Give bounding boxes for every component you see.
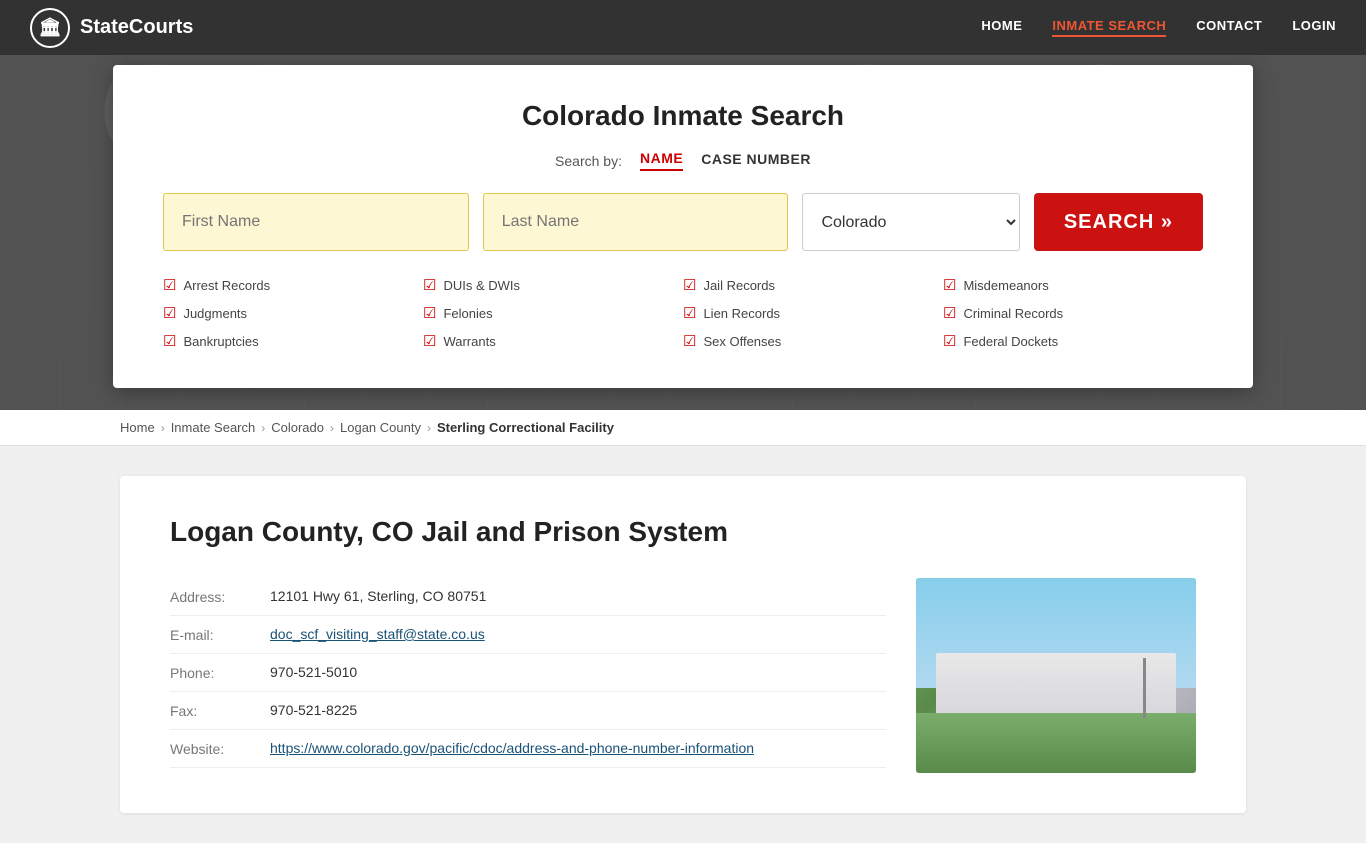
email-label: E-mail: [170,626,250,643]
feature-bankruptcies: ☑ Bankruptcies [163,329,423,353]
tab-case-number[interactable]: CASE NUMBER [701,151,811,170]
check-icon: ☑ [943,276,956,294]
check-icon: ☑ [163,332,176,350]
facility-title: Logan County, CO Jail and Prison System [170,516,1196,548]
fax-value: 970-521-8225 [270,702,886,718]
feature-duis: ☑ DUIs & DWIs [423,273,683,297]
address-row: Address: 12101 Hwy 61, Sterling, CO 8075… [170,578,886,616]
feature-warrants: ☑ Warrants [423,329,683,353]
feature-label: Felonies [443,306,492,321]
check-icon: ☑ [163,304,176,322]
facility-image [916,578,1196,773]
feature-label: Judgments [183,306,247,321]
feature-federal-dockets: ☑ Federal Dockets [943,329,1203,353]
feature-label: Sex Offenses [703,334,781,349]
content-card: Logan County, CO Jail and Prison System … [120,476,1246,813]
facility-grass [916,713,1196,773]
check-icon: ☑ [423,304,436,322]
breadcrumb: Home › Inmate Search › Colorado › Logan … [0,410,1366,446]
feature-jail-records: ☑ Jail Records [683,273,943,297]
search-button[interactable]: SEARCH » [1034,193,1203,251]
feature-misdemeanors: ☑ Misdemeanors [943,273,1203,297]
address-label: Address: [170,588,250,605]
breadcrumb-colorado[interactable]: Colorado [271,420,324,435]
feature-criminal-records: ☑ Criminal Records [943,301,1203,325]
nav-inmate-search[interactable]: INMATE SEARCH [1052,18,1166,37]
website-value[interactable]: https://www.colorado.gov/pacific/cdoc/ad… [270,740,886,756]
feature-sex-offenses: ☑ Sex Offenses [683,329,943,353]
nav-links: HOME INMATE SEARCH CONTACT LOGIN [981,18,1336,37]
breadcrumb-logan-county[interactable]: Logan County [340,420,421,435]
breadcrumb-sep-4: › [427,421,431,435]
check-icon: ☑ [943,332,956,350]
feature-label: Criminal Records [963,306,1063,321]
website-label: Website: [170,740,250,757]
feature-label: Jail Records [703,278,775,293]
main-content: Logan County, CO Jail and Prison System … [0,446,1366,843]
fax-row: Fax: 970-521-8225 [170,692,886,730]
check-icon: ☑ [683,332,696,350]
nav-login[interactable]: LOGIN [1292,18,1336,37]
feature-label: Arrest Records [183,278,270,293]
feature-arrest-records: ☑ Arrest Records [163,273,423,297]
tab-name[interactable]: NAME [640,150,683,171]
last-name-input[interactable] [483,193,789,251]
fax-label: Fax: [170,702,250,719]
phone-value: 970-521-5010 [270,664,886,680]
feature-label: Warrants [443,334,495,349]
website-row: Website: https://www.colorado.gov/pacifi… [170,730,886,768]
search-by-row: Search by: NAME CASE NUMBER [163,150,1203,171]
detail-layout: Address: 12101 Hwy 61, Sterling, CO 8075… [170,578,1196,773]
check-icon: ☑ [943,304,956,322]
feature-label: Lien Records [703,306,780,321]
email-row: E-mail: doc_scf_visiting_staff@state.co.… [170,616,886,654]
phone-label: Phone: [170,664,250,681]
check-icon: ☑ [683,276,696,294]
check-icon: ☑ [163,276,176,294]
search-features: ☑ Arrest Records ☑ DUIs & DWIs ☑ Jail Re… [163,273,1203,353]
logo-text: StateCourts [80,16,193,39]
search-title: Colorado Inmate Search [163,100,1203,132]
check-icon: ☑ [423,276,436,294]
email-value[interactable]: doc_scf_visiting_staff@state.co.us [270,626,886,642]
feature-label: Federal Dockets [963,334,1058,349]
facility-flagpole [1143,658,1146,718]
state-select[interactable]: Colorado [802,193,1019,251]
breadcrumb-home[interactable]: Home [120,420,155,435]
feature-judgments: ☑ Judgments [163,301,423,325]
search-by-label: Search by: [555,153,622,169]
breadcrumb-sep-1: › [161,421,165,435]
feature-felonies: ☑ Felonies [423,301,683,325]
address-value: 12101 Hwy 61, Sterling, CO 80751 [270,588,886,604]
breadcrumb-sep-2: › [261,421,265,435]
feature-label: Misdemeanors [963,278,1048,293]
phone-row: Phone: 970-521-5010 [170,654,886,692]
detail-text: Address: 12101 Hwy 61, Sterling, CO 8075… [170,578,886,773]
check-icon: ☑ [683,304,696,322]
search-card: Colorado Inmate Search Search by: NAME C… [113,65,1253,388]
breadcrumb-inmate-search[interactable]: Inmate Search [171,420,256,435]
feature-label: DUIs & DWIs [443,278,520,293]
check-icon: ☑ [423,332,436,350]
hero-section: COURTHOUSE 🏛 StateCourts HOME INMATE SEA… [0,0,1366,410]
nav-home[interactable]: HOME [981,18,1022,37]
search-inputs: Colorado SEARCH » [163,193,1203,251]
feature-lien-records: ☑ Lien Records [683,301,943,325]
breadcrumb-sep-3: › [330,421,334,435]
logo-icon: 🏛 [30,8,70,48]
feature-label: Bankruptcies [183,334,258,349]
nav-contact[interactable]: CONTACT [1196,18,1262,37]
logo-link[interactable]: 🏛 StateCourts [30,8,193,48]
breadcrumb-current: Sterling Correctional Facility [437,420,614,435]
main-nav: 🏛 StateCourts HOME INMATE SEARCH CONTACT… [0,0,1366,55]
first-name-input[interactable] [163,193,469,251]
